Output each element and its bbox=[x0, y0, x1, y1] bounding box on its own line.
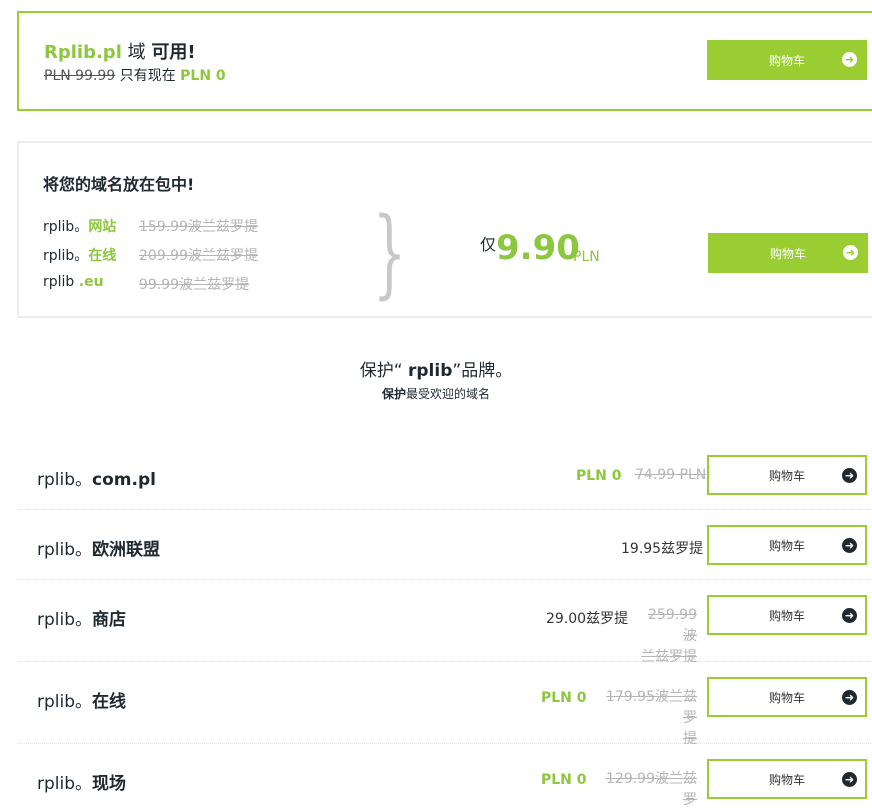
add-to-cart-button[interactable]: 购物车 ➜ bbox=[707, 455, 867, 495]
old-price: 259.99波 兰兹罗提 bbox=[641, 607, 697, 665]
arrow-circle-right-icon: ➜ bbox=[843, 245, 858, 260]
arrow-circle-right-icon: ➜ bbox=[842, 608, 857, 623]
brace-divider: } bbox=[372, 197, 407, 309]
only-label: 仅 bbox=[480, 235, 497, 254]
domain-row: rplib。现场 PLN 0 129.99波兰兹罗提 购物车➜ bbox=[17, 744, 872, 808]
domain-name: rplib。商店 bbox=[37, 610, 127, 630]
bundle-item: rplib。网站 159.99波兰兹罗提 bbox=[43, 219, 258, 235]
old-price: 74.99 PLN bbox=[635, 467, 707, 483]
price: 19.95兹罗提 bbox=[621, 541, 704, 557]
arrow-circle-right-icon: ➜ bbox=[842, 468, 857, 483]
status-label: 可用! bbox=[151, 42, 196, 63]
arrow-circle-right-icon: ➜ bbox=[842, 690, 857, 705]
current-price: PLN 0 bbox=[541, 690, 587, 706]
protect-heading: 保护“ rplib”品牌。 保护最受欢迎的域名 bbox=[0, 356, 872, 402]
domain-name: rplib。欧洲联盟 bbox=[37, 540, 161, 560]
add-to-cart-button[interactable]: 购物车 ➜ bbox=[707, 525, 867, 565]
bundle-price: 9.90 bbox=[496, 228, 580, 268]
old-price: 129.99波兰兹罗提 bbox=[606, 771, 697, 808]
availability-price: PLN 99.99 只有现在 PLN 0 bbox=[44, 68, 226, 84]
add-to-cart-button[interactable]: 购物车 ➜ bbox=[707, 677, 867, 717]
protect-title: 保护“ rplib”品牌。 bbox=[359, 361, 513, 381]
domain-row: rplib。欧洲联盟 19.95兹罗提 购物车 ➜ bbox=[17, 510, 872, 580]
arrow-circle-right-icon: ➜ bbox=[842, 538, 857, 553]
add-to-cart-button[interactable]: 购物车 ➜ bbox=[707, 595, 867, 635]
old-price: PLN 99.99 bbox=[44, 68, 116, 84]
domain-name: Rplib.pl bbox=[44, 42, 122, 63]
domain-name: rplib。com.pl bbox=[37, 470, 156, 490]
bundle-currency: PLN bbox=[573, 249, 600, 265]
availability-title: Rplib.pl 域 可用! bbox=[44, 42, 196, 63]
bundle-box: 将您的域名放在包中! rplib。网站 159.99波兰兹罗提 rplib。在线 2… bbox=[17, 141, 872, 318]
price: 29.00兹罗提 bbox=[546, 611, 629, 627]
protect-subtitle: 保护最受欢迎的域名 bbox=[381, 387, 491, 401]
bundle-item: rplib .eu 99.99波兰兹罗提 bbox=[43, 274, 250, 293]
arrow-circle-right-icon: ➜ bbox=[842, 52, 857, 67]
current-price: PLN 0 bbox=[541, 772, 587, 788]
arrow-circle-right-icon: ➜ bbox=[842, 772, 857, 787]
domain-name: rplib。在线 bbox=[37, 692, 127, 712]
domain-name: rplib。现场 bbox=[37, 774, 127, 794]
domain-row: rplib。com.pl PLN 0 74.99 PLN 购物车 ➜ bbox=[17, 440, 872, 510]
current-price: PLN 0 bbox=[180, 68, 226, 84]
current-price: PLN 0 bbox=[576, 468, 622, 484]
old-price: 179.95波兰兹罗提 bbox=[606, 689, 697, 747]
domain-row: rplib。在线 PLN 0 179.95波兰兹罗提 购物车 ➜ bbox=[17, 662, 872, 747]
domain-row: rplib。商店 29.00兹罗提 259.99波 兰兹罗提 购物车 ➜ bbox=[17, 580, 872, 665]
bundle-add-to-cart-button[interactable]: 购物车 ➜ bbox=[708, 233, 868, 273]
bundle-title: 将您的域名放在包中! bbox=[43, 175, 195, 194]
add-to-cart-button[interactable]: 购物车 ➜ bbox=[707, 40, 867, 80]
add-to-cart-button[interactable]: 购物车 ➜ bbox=[707, 759, 867, 799]
bundle-item: rplib。在线 209.99波兰兹罗提 bbox=[43, 248, 258, 264]
